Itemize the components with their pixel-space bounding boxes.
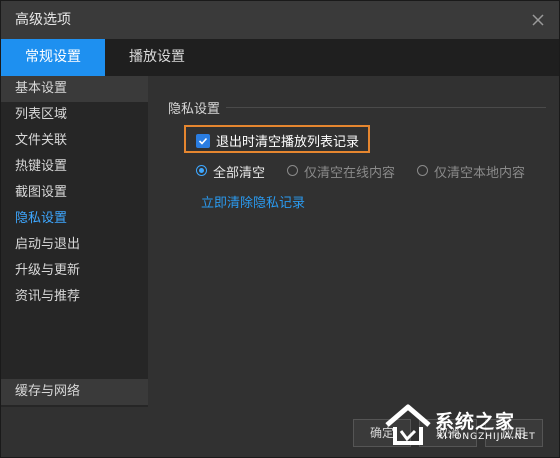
house-logo-icon (385, 404, 431, 445)
radio-clear-online-label[interactable]: 仅清空在线内容 (304, 162, 395, 181)
clear-playlist-checkbox[interactable] (196, 134, 210, 148)
watermark: 系统之家 XITONGZHIJIA.NET (383, 401, 553, 449)
sidebar-item-basic[interactable]: 基本设置 (1, 76, 148, 102)
window-title: 高级选项 (15, 12, 71, 28)
advanced-options-dialog: 高级选项 常规设置 播放设置 基本设置 列表区域 文件关联 热键设置 截图设置 … (0, 0, 560, 458)
clear-privacy-now-link[interactable]: 立即清除隐私记录 (201, 192, 305, 211)
sidebar-item-file-association[interactable]: 文件关联 (1, 128, 148, 154)
clear-playlist-option[interactable]: 退出时清空播放列表记录 (184, 125, 370, 153)
tab-playback-settings[interactable]: 播放设置 (105, 39, 209, 76)
title-bar: 高级选项 (1, 1, 559, 39)
tab-general-settings[interactable]: 常规设置 (1, 39, 105, 76)
tab-bar: 常规设置 播放设置 (1, 39, 559, 76)
sidebar-item-cache-network[interactable]: 缓存与网络 (1, 379, 148, 405)
radio-clear-all[interactable] (196, 165, 207, 176)
checkmark-icon (198, 137, 208, 145)
sidebar-item-news-recommend[interactable]: 资讯与推荐 (1, 284, 148, 310)
radio-clear-local-label[interactable]: 仅清空本地内容 (434, 162, 525, 181)
settings-sidebar: 基本设置 列表区域 文件关联 热键设置 截图设置 隐私设置 启动与退出 升级与更… (1, 76, 148, 407)
radio-clear-online[interactable] (287, 165, 298, 176)
section-title: 隐私设置 (168, 102, 221, 117)
section-divider (226, 107, 546, 108)
radio-clear-local[interactable] (417, 165, 428, 176)
clear-playlist-label: 退出时清空播放列表记录 (216, 135, 360, 150)
sidebar-item-upgrade-update[interactable]: 升级与更新 (1, 258, 148, 284)
radio-clear-all-label[interactable]: 全部清空 (213, 162, 265, 181)
watermark-text: 系统之家 (435, 411, 516, 433)
close-icon[interactable] (525, 7, 551, 33)
sidebar-item-privacy[interactable]: 隐私设置 (1, 206, 148, 232)
sidebar-item-screenshot[interactable]: 截图设置 (1, 180, 148, 206)
sidebar-item-list-area[interactable]: 列表区域 (1, 102, 148, 128)
watermark-url: XITONGZHIJIA.NET (437, 432, 536, 442)
sidebar-item-startup-exit[interactable]: 启动与退出 (1, 232, 148, 258)
privacy-settings-panel: 隐私设置 退出时清空播放列表记录 全部清空 仅清空在线内容 仅清空本地内容 立即… (148, 76, 559, 407)
sidebar-item-hotkeys[interactable]: 热键设置 (1, 154, 148, 180)
